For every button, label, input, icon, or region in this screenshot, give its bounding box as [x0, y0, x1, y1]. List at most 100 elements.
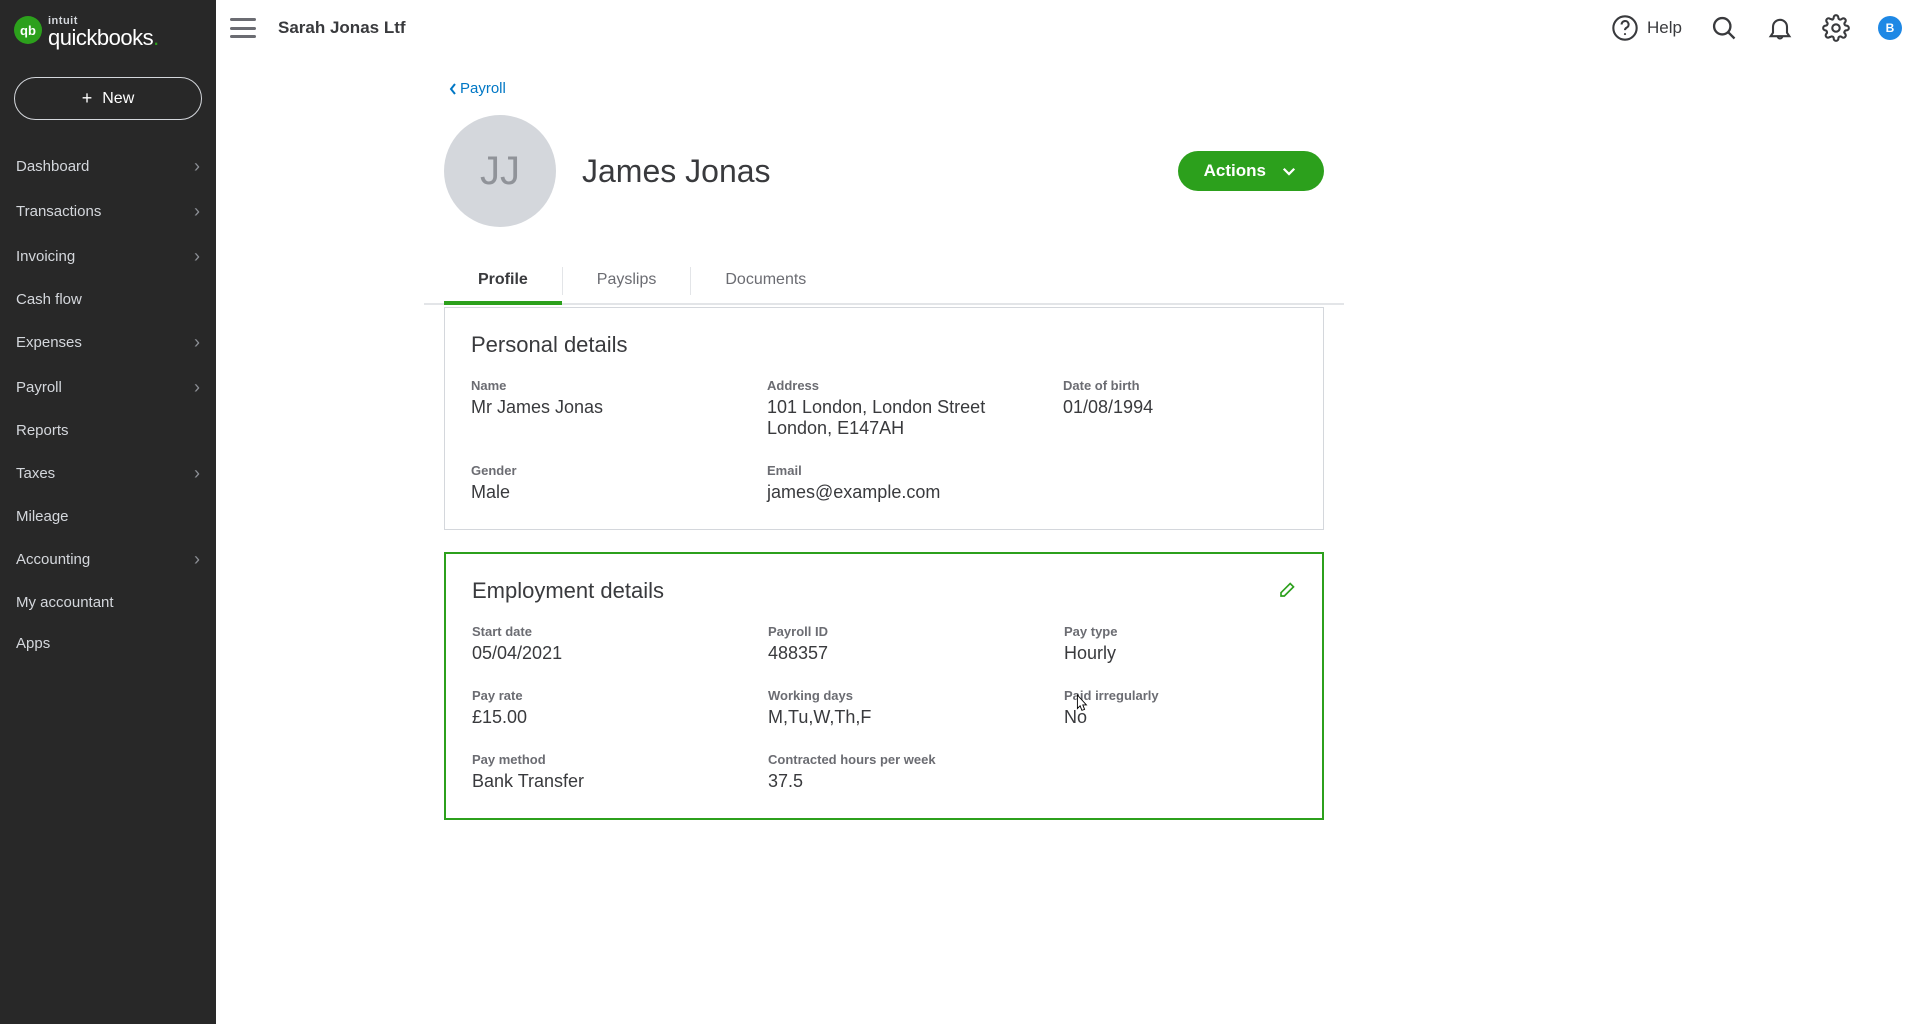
- employee-avatar: JJ: [444, 115, 556, 227]
- edit-icon[interactable]: [1276, 581, 1296, 601]
- chevron-right-icon: ›: [194, 377, 200, 398]
- search-icon[interactable]: [1710, 14, 1738, 42]
- help-button[interactable]: Help: [1611, 14, 1682, 42]
- field-label: Payroll ID: [768, 624, 1064, 639]
- breadcrumb-back-link[interactable]: Payroll: [448, 80, 506, 97]
- field-label: Gender: [471, 463, 767, 478]
- bell-icon[interactable]: [1766, 14, 1794, 42]
- field-email: Email james@example.com: [767, 463, 1063, 503]
- field-value: 101 London, London Street London, E147AH: [767, 397, 1063, 439]
- sidebar-item-my-accountant[interactable]: My accountant: [0, 582, 216, 623]
- sidebar-item-taxes[interactable]: Taxes ›: [0, 451, 216, 496]
- field-value: 37.5: [768, 771, 1064, 792]
- sidebar-item-label: Transactions: [16, 203, 101, 220]
- new-button[interactable]: + New: [14, 77, 202, 120]
- field-label: Email: [767, 463, 1063, 478]
- sidebar-item-dashboard[interactable]: Dashboard ›: [0, 144, 216, 189]
- field-value: Male: [471, 482, 767, 503]
- tabs: Profile Payslips Documents: [424, 259, 1344, 305]
- brand-main-label: quickbooks.: [48, 27, 159, 49]
- sidebar-item-label: My accountant: [16, 594, 114, 611]
- chevron-down-icon: [1280, 162, 1298, 180]
- sidebar-item-label: Accounting: [16, 551, 90, 568]
- plus-icon: +: [82, 88, 93, 109]
- field-label: Paid irregularly: [1064, 688, 1296, 703]
- employment-details-card: Employment details Start date 05/04/2021…: [444, 552, 1324, 820]
- field-value: No: [1064, 707, 1296, 728]
- sidebar-item-label: Cash flow: [16, 291, 82, 308]
- personal-details-card: Personal details Name Mr James Jonas Add…: [444, 307, 1324, 530]
- sidebar-item-apps[interactable]: Apps: [0, 623, 216, 664]
- field-value: Bank Transfer: [472, 771, 768, 792]
- sidebar-item-transactions[interactable]: Transactions ›: [0, 189, 216, 234]
- sidebar-item-expenses[interactable]: Expenses ›: [0, 320, 216, 365]
- field-value: £15.00: [472, 707, 768, 728]
- sidebar-item-label: Invoicing: [16, 248, 75, 265]
- address-line-2: London, E147AH: [767, 418, 1063, 439]
- field-working-days: Working days M,Tu,W,Th,F: [768, 688, 1064, 728]
- new-button-label: New: [102, 90, 134, 108]
- gear-icon[interactable]: [1822, 14, 1850, 42]
- field-dob: Date of birth 01/08/1994: [1063, 378, 1297, 439]
- help-icon: [1611, 14, 1639, 42]
- sidebar-item-reports[interactable]: Reports: [0, 410, 216, 451]
- topbar-right: Help B: [1611, 14, 1902, 42]
- sidebar-item-invoicing[interactable]: Invoicing ›: [0, 234, 216, 279]
- chevron-right-icon: ›: [194, 549, 200, 570]
- chevron-right-icon: ›: [194, 332, 200, 353]
- employee-header: JJ James Jonas Actions: [444, 115, 1324, 227]
- tab-documents[interactable]: Documents: [691, 259, 840, 303]
- field-value: Mr James Jonas: [471, 397, 767, 418]
- field-value: 01/08/1994: [1063, 397, 1297, 418]
- employee-name: James Jonas: [582, 153, 771, 190]
- user-avatar[interactable]: B: [1878, 16, 1902, 40]
- field-start-date: Start date 05/04/2021: [472, 624, 768, 664]
- field-contracted-hours: Contracted hours per week 37.5: [768, 752, 1064, 792]
- brand-text: intuit quickbooks.: [48, 16, 159, 49]
- sidebar-item-accounting[interactable]: Accounting ›: [0, 537, 216, 582]
- hamburger-icon[interactable]: [230, 18, 256, 38]
- field-label: Contracted hours per week: [768, 752, 1064, 767]
- tab-profile[interactable]: Profile: [444, 259, 562, 303]
- chevron-left-icon: [448, 82, 458, 96]
- field-label: Address: [767, 378, 1063, 393]
- tab-payslips[interactable]: Payslips: [563, 259, 691, 303]
- field-value: Hourly: [1064, 643, 1296, 664]
- sidebar-item-cash-flow[interactable]: Cash flow: [0, 279, 216, 320]
- field-label: Name: [471, 378, 767, 393]
- field-pay-rate: Pay rate £15.00: [472, 688, 768, 728]
- field-value: 05/04/2021: [472, 643, 768, 664]
- help-label: Help: [1647, 18, 1682, 38]
- field-label: Date of birth: [1063, 378, 1297, 393]
- actions-button[interactable]: Actions: [1178, 151, 1324, 191]
- sidebar-item-payroll[interactable]: Payroll ›: [0, 365, 216, 410]
- card-title-employment: Employment details: [472, 578, 664, 604]
- field-label: Pay rate: [472, 688, 768, 703]
- field-value: james@example.com: [767, 482, 1063, 503]
- actions-button-label: Actions: [1204, 161, 1266, 181]
- sidebar-item-label: Taxes: [16, 465, 55, 482]
- field-label: Start date: [472, 624, 768, 639]
- sidebar-item-label: Dashboard: [16, 158, 89, 175]
- field-payroll-id: Payroll ID 488357: [768, 624, 1064, 664]
- topbar: Sarah Jonas Ltf Help B: [216, 0, 1920, 56]
- field-name: Name Mr James Jonas: [471, 378, 767, 439]
- field-pay-type: Pay type Hourly: [1064, 624, 1296, 664]
- field-paid-irregularly: Paid irregularly No: [1064, 688, 1296, 728]
- chevron-right-icon: ›: [194, 156, 200, 177]
- sidebar-item-mileage[interactable]: Mileage: [0, 496, 216, 537]
- brand-logo[interactable]: qb intuit quickbooks.: [0, 12, 216, 73]
- field-value: 488357: [768, 643, 1064, 664]
- brand-badge-icon: qb: [14, 16, 42, 44]
- sidebar-item-label: Mileage: [16, 508, 69, 525]
- company-name: Sarah Jonas Ltf: [278, 18, 406, 38]
- sidebar: qb intuit quickbooks. + New Dashboard › …: [0, 0, 216, 1024]
- field-pay-method: Pay method Bank Transfer: [472, 752, 768, 792]
- sidebar-item-label: Reports: [16, 422, 69, 439]
- sidebar-nav: Dashboard › Transactions › Invoicing › C…: [0, 140, 216, 664]
- field-label: Pay type: [1064, 624, 1296, 639]
- card-title-personal: Personal details: [471, 332, 628, 358]
- main-content: Payroll JJ James Jonas Actions Profile P…: [216, 56, 1920, 1024]
- field-gender: Gender Male: [471, 463, 767, 503]
- chevron-right-icon: ›: [194, 201, 200, 222]
